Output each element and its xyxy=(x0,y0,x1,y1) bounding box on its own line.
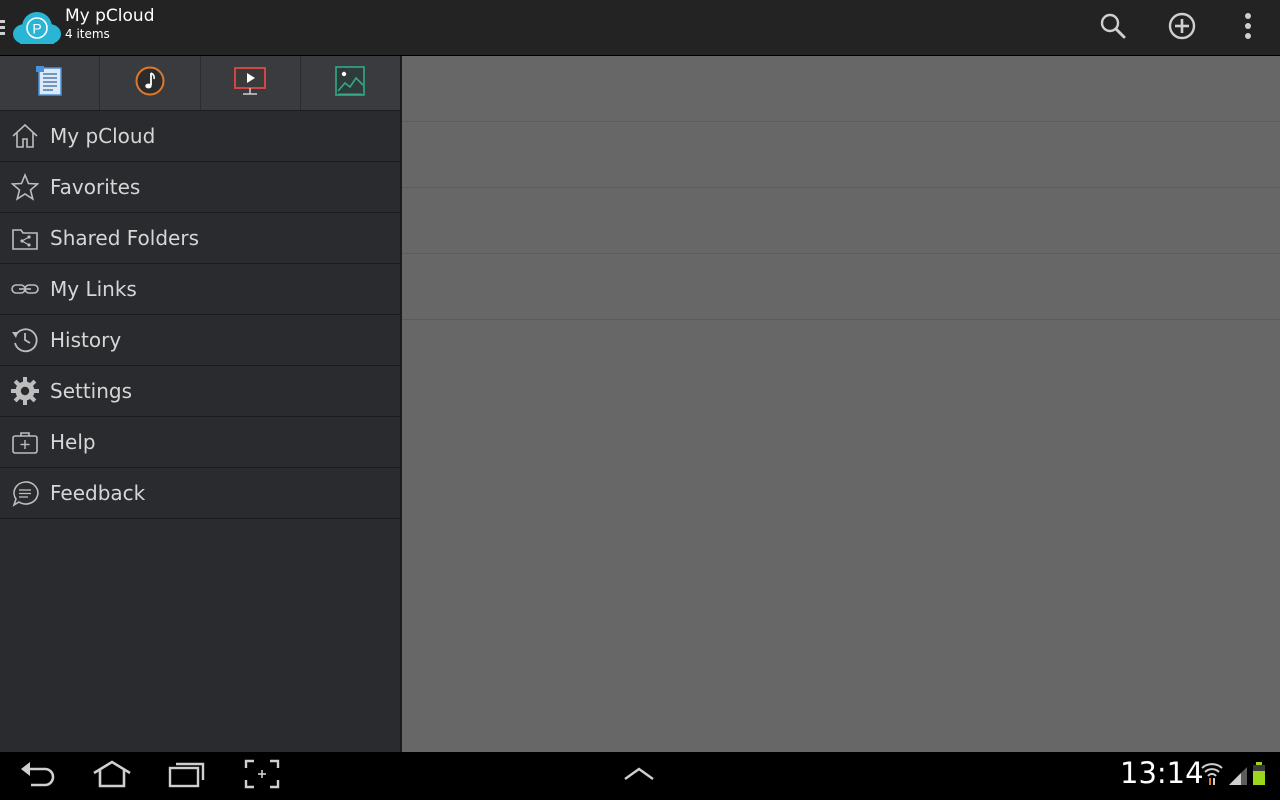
item-count: 4 items xyxy=(65,27,110,41)
back-button[interactable] xyxy=(14,758,62,794)
app-title: My pCloud xyxy=(65,6,155,26)
tab-documents[interactable] xyxy=(0,56,101,110)
back-icon xyxy=(19,759,57,793)
home-button[interactable] xyxy=(88,758,136,794)
drawer-indicator-icon[interactable] xyxy=(0,20,5,36)
nav-item-favorites[interactable]: Favorites xyxy=(0,162,400,213)
document-icon xyxy=(35,65,65,101)
list-item[interactable] xyxy=(402,254,1280,320)
search-icon xyxy=(1098,11,1128,45)
star-icon xyxy=(10,172,40,202)
gear-icon xyxy=(10,376,40,406)
nav-item-settings[interactable]: Settings xyxy=(0,366,400,417)
plus-circle-icon xyxy=(1167,11,1197,45)
list-item[interactable] xyxy=(402,122,1280,188)
help-icon xyxy=(10,427,40,457)
screenshot-icon xyxy=(244,759,280,793)
nav-item-my-pcloud[interactable]: My pCloud xyxy=(0,111,400,162)
search-button[interactable] xyxy=(1093,8,1133,48)
svg-text:P: P xyxy=(32,21,41,37)
overflow-menu-button[interactable] xyxy=(1228,8,1268,48)
recents-button[interactable] xyxy=(163,758,211,794)
system-navigation-bar xyxy=(0,752,1280,800)
nav-label: Feedback xyxy=(50,481,146,505)
nav-item-history[interactable]: History xyxy=(0,315,400,366)
add-button[interactable] xyxy=(1162,8,1202,48)
nav-label: My pCloud xyxy=(50,124,156,148)
nav-label: Favorites xyxy=(50,175,141,199)
image-icon xyxy=(334,65,366,101)
link-icon xyxy=(10,274,40,304)
screenshot-button[interactable] xyxy=(238,758,286,794)
home-icon xyxy=(10,121,40,151)
category-tabs xyxy=(0,56,400,111)
recents-icon xyxy=(168,759,206,793)
tab-images[interactable] xyxy=(301,56,400,110)
list-item[interactable] xyxy=(402,188,1280,254)
shared-folder-icon xyxy=(10,223,40,253)
battery-icon xyxy=(1252,762,1266,790)
nav-label: Shared Folders xyxy=(50,226,199,250)
wifi-icon xyxy=(1200,760,1224,790)
home-icon xyxy=(91,759,133,793)
more-vert-icon xyxy=(1243,11,1253,45)
file-list-dimmed[interactable] xyxy=(402,56,1280,752)
chevron-up-icon xyxy=(622,764,656,788)
action-bar: P My pCloud 4 items xyxy=(0,0,1280,56)
navigation-drawer: My pCloud Favorites Shared Folders My Li… xyxy=(0,56,402,752)
title-block[interactable]: My pCloud 4 items xyxy=(65,6,154,42)
nav-item-my-links[interactable]: My Links xyxy=(0,264,400,315)
tab-audio[interactable] xyxy=(100,56,201,110)
status-icons xyxy=(1200,762,1266,790)
nav-label: Help xyxy=(50,430,96,454)
status-clock: 13:14 xyxy=(1120,756,1204,790)
nav-item-shared-folders[interactable]: Shared Folders xyxy=(0,213,400,264)
tab-video[interactable] xyxy=(201,56,301,110)
feedback-icon xyxy=(10,478,40,508)
nav-item-help[interactable]: Help xyxy=(0,417,400,468)
list-item[interactable] xyxy=(402,56,1280,122)
nav-label: History xyxy=(50,328,122,352)
music-icon xyxy=(134,65,166,101)
nav-label: My Links xyxy=(50,277,137,301)
signal-icon xyxy=(1228,764,1248,790)
nav-item-feedback[interactable]: Feedback xyxy=(0,468,400,519)
history-icon xyxy=(10,325,40,355)
show-hidden-bar-button[interactable] xyxy=(615,758,663,794)
nav-label: Settings xyxy=(50,379,133,403)
video-icon xyxy=(233,65,267,101)
pcloud-logo-icon[interactable]: P xyxy=(12,10,62,46)
